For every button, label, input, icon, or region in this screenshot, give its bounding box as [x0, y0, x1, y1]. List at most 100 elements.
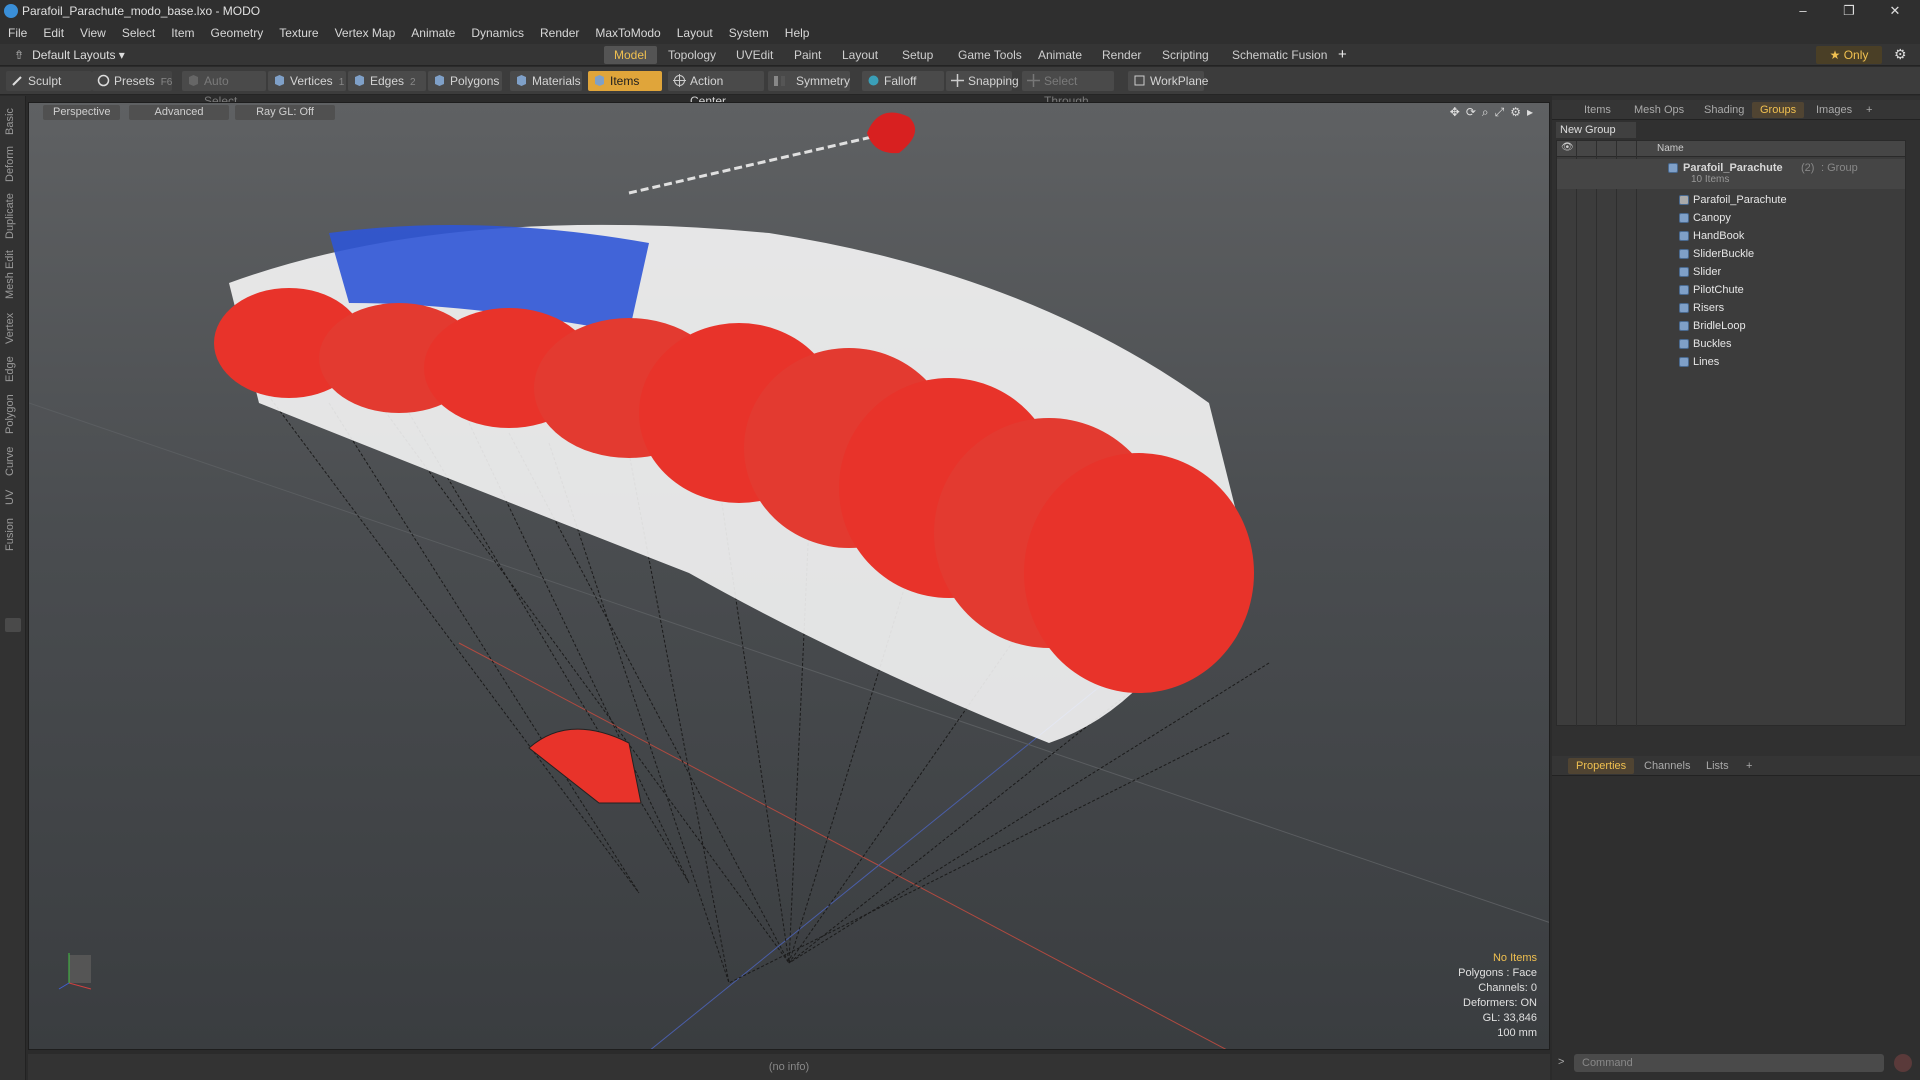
- locator-icon: [1679, 195, 1689, 205]
- vtab-fusion[interactable]: Fusion: [4, 516, 22, 552]
- member-label: Parafoil_Parachute: [1693, 194, 1787, 206]
- symmetry-icon: [774, 76, 785, 86]
- mesh-icon: [1679, 231, 1689, 241]
- symmetry-button[interactable]: Symmetry: [768, 71, 850, 91]
- group-type: : Group: [1821, 162, 1858, 174]
- group-row[interactable]: Parafoil_Parachute (2) : Group 10 Items: [1557, 159, 1905, 189]
- list-item[interactable]: PilotChute: [1557, 281, 1905, 299]
- menu-system[interactable]: System: [721, 22, 777, 44]
- tab-game-tools[interactable]: Game Tools: [948, 46, 1032, 64]
- menu-animate[interactable]: Animate: [403, 22, 463, 44]
- tab-render[interactable]: Render: [1092, 46, 1151, 64]
- minimize-button[interactable]: –: [1780, 0, 1826, 22]
- snapping-label: Snapping: [968, 74, 1019, 88]
- workplane-label: WorkPlane: [1150, 74, 1209, 88]
- materials-button[interactable]: Materials: [510, 71, 582, 91]
- tab-properties[interactable]: Properties: [1568, 758, 1635, 774]
- tab-channels[interactable]: Channels: [1636, 758, 1698, 774]
- list-item[interactable]: Parafoil_Parachute: [1557, 191, 1905, 209]
- layout-selector[interactable]: ⇮ Default Layouts ▾: [14, 44, 125, 66]
- list-item[interactable]: Lines: [1557, 353, 1905, 371]
- vtab-uv[interactable]: UV: [4, 486, 22, 508]
- vtab-curve[interactable]: Curve: [4, 444, 22, 478]
- tab-shading[interactable]: Shading: [1696, 102, 1752, 118]
- command-stop-button[interactable]: [1894, 1054, 1912, 1072]
- window-title: Parafoil_Parachute_modo_base.lxo - MODO: [22, 4, 261, 18]
- polygons-button[interactable]: Polygons: [428, 71, 502, 91]
- add-right-tab-button[interactable]: +: [1858, 102, 1880, 118]
- select-through-button[interactable]: Select Through: [1022, 71, 1114, 108]
- gear-icon[interactable]: ⚙: [1894, 46, 1907, 63]
- vertices-button[interactable]: Vertices 1: [268, 71, 346, 91]
- tab-uvedit[interactable]: UVEdit: [726, 46, 783, 64]
- name-header: Name: [1657, 143, 1684, 154]
- menu-render[interactable]: Render: [532, 22, 587, 44]
- add-properties-tab-button[interactable]: +: [1738, 758, 1760, 774]
- 3d-viewport[interactable]: Perspective Advanced Ray GL: Off ✥⟳⌕⤢⚙▸: [28, 102, 1550, 1050]
- list-item[interactable]: SliderBuckle: [1557, 245, 1905, 263]
- items-button[interactable]: Items: [588, 71, 662, 91]
- menu-maxtomodo[interactable]: MaxToModo: [587, 22, 668, 44]
- action-center-button[interactable]: Action Center: [668, 71, 764, 108]
- add-tab-button[interactable]: +: [1328, 46, 1357, 64]
- tab-groups[interactable]: Groups: [1752, 102, 1805, 118]
- vtab-basic[interactable]: Basic: [4, 106, 22, 138]
- list-item[interactable]: HandBook: [1557, 227, 1905, 245]
- new-group-button[interactable]: New Group: [1556, 122, 1636, 138]
- menu-edit[interactable]: Edit: [35, 22, 72, 44]
- snapping-button[interactable]: Snapping: [946, 71, 1019, 91]
- vtab-polygon[interactable]: Polygon: [4, 392, 22, 436]
- menu-layout[interactable]: Layout: [669, 22, 721, 44]
- vtab-deform[interactable]: Deform: [4, 144, 22, 184]
- tab-setup[interactable]: Setup: [892, 46, 943, 64]
- vtab-edge[interactable]: Edge: [4, 354, 22, 384]
- auto-select-button[interactable]: Auto Select: [182, 71, 266, 108]
- tab-lists[interactable]: Lists: [1698, 758, 1737, 774]
- menu-select[interactable]: Select: [114, 22, 163, 44]
- edges-button[interactable]: Edges 2: [348, 71, 426, 91]
- member-label: BridleLoop: [1693, 320, 1746, 332]
- restore-button[interactable]: ❐: [1826, 0, 1872, 22]
- list-item[interactable]: BridleLoop: [1557, 317, 1905, 335]
- modo-app-icon: [4, 4, 18, 18]
- tab-images[interactable]: Images: [1808, 102, 1860, 118]
- falloff-button[interactable]: Falloff: [862, 71, 944, 91]
- list-item[interactable]: Slider: [1557, 263, 1905, 281]
- workplane-button[interactable]: WorkPlane: [1128, 71, 1208, 91]
- strip-toggle-button[interactable]: [5, 618, 21, 632]
- tab-items[interactable]: Items: [1576, 102, 1619, 118]
- tab-mesh-ops[interactable]: Mesh Ops: [1626, 102, 1692, 118]
- tab-paint[interactable]: Paint: [784, 46, 831, 64]
- menu-dynamics[interactable]: Dynamics: [463, 22, 532, 44]
- menu-geometry[interactable]: Geometry: [203, 22, 272, 44]
- tab-layout[interactable]: Layout: [832, 46, 888, 64]
- menu-file[interactable]: File: [0, 22, 35, 44]
- vtab-vertex[interactable]: Vertex: [4, 310, 22, 346]
- sculpt-button[interactable]: Sculpt: [6, 71, 92, 91]
- tab-schematic-fusion[interactable]: Schematic Fusion: [1222, 46, 1337, 64]
- info-polygons: Polygons : Face: [1458, 967, 1537, 979]
- snapping-icon: [951, 74, 964, 87]
- presets-icon: [97, 74, 110, 87]
- tab-scripting[interactable]: Scripting: [1152, 46, 1219, 64]
- vtab-mesh-edit[interactable]: Mesh Edit: [4, 248, 22, 302]
- member-label: Buckles: [1693, 338, 1732, 350]
- presets-button[interactable]: Presets F6: [92, 71, 172, 91]
- menu-vertex-map[interactable]: Vertex Map: [327, 22, 404, 44]
- menu-view[interactable]: View: [72, 22, 114, 44]
- parachute-model: [29, 112, 1549, 1049]
- tab-topology[interactable]: Topology: [658, 46, 726, 64]
- list-item[interactable]: Risers: [1557, 299, 1905, 317]
- tab-animate[interactable]: Animate: [1028, 46, 1092, 64]
- command-input[interactable]: Command: [1574, 1054, 1884, 1072]
- vtab-duplicate[interactable]: Duplicate: [4, 192, 22, 240]
- list-item[interactable]: Canopy: [1557, 209, 1905, 227]
- menu-texture[interactable]: Texture: [271, 22, 326, 44]
- menu-item[interactable]: Item: [163, 22, 202, 44]
- only-button[interactable]: ★ Only: [1816, 46, 1882, 64]
- list-item[interactable]: Buckles: [1557, 335, 1905, 353]
- mesh-icon: [1679, 339, 1689, 349]
- close-button[interactable]: ✕: [1872, 0, 1918, 22]
- menu-help[interactable]: Help: [777, 22, 818, 44]
- tab-model[interactable]: Model: [604, 46, 657, 64]
